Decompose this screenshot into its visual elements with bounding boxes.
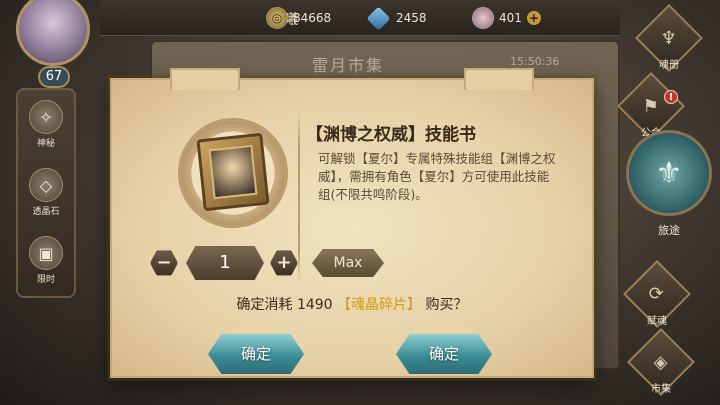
confirm-item-name: 【魂晶碎片】 [337,297,422,313]
gem-amount: 401 [499,11,522,25]
avatar-portrait [16,0,90,66]
add-gem-icon[interactable]: + [526,11,541,25]
right-menu-item-soul-book[interactable]: ♆ 魂册 [635,4,703,72]
player-avatar[interactable]: 67 [6,0,100,88]
left-menu-label: 透晶石 [32,207,60,217]
confirm-prefix: 确定消耗 1490 [236,297,338,313]
market-timer: 15:50:36 [510,55,560,68]
left-menu-item-crystal[interactable]: ◇ 透晶石 [18,162,74,224]
divider [298,112,300,282]
confirm-message: 确定消耗 1490 【魂晶碎片】 购买？ [110,294,594,314]
left-menu-label: 神秘 [36,139,55,149]
pink-gem-icon [472,7,494,29]
mystery-icon: ✧ [29,100,63,134]
right-menu-label: 市集 [651,384,671,395]
max-button[interactable]: Max [312,249,384,277]
crystal-currency[interactable]: 2458 [366,5,427,31]
right-menu-label: 魂册 [659,60,679,71]
journey-emblem-icon: ⚜ [626,130,712,216]
parchment-tab [464,68,534,90]
gold-currency[interactable]: ◎ 84668 [266,6,331,30]
purchase-dialog: 【渊博之权威】技能书 可解锁【夏尔】专属特殊技能组【渊博之权威】，需拥有角色【夏… [110,68,594,388]
gift-icon: ▣ [29,236,63,270]
left-menu-item-limited[interactable]: ▣ 限时 [18,230,74,292]
skill-book-icon [196,132,270,212]
parchment-tab [170,68,240,90]
skill-book-item [178,118,288,228]
quantity-value[interactable]: 1 [186,246,264,280]
guild-notice-badge: ! [664,90,678,104]
top-bar: 谛曦 [100,0,620,36]
right-menu-label: 旅途 [658,224,680,237]
item-description: 可解锁【夏尔】专属特殊技能组【渊博之权威】，需拥有角色【夏尔】方可使用此技能组(… [318,151,556,202]
confirm-suffix: 购买？ [421,297,468,313]
item-title: 【渊博之权威】技能书 [306,125,476,145]
crystal-amount: 2458 [396,11,427,25]
right-menu-item-endow-soul[interactable]: ⟳ 赋魂 [623,260,691,328]
gem-currency[interactable]: 401 + [472,6,541,30]
confirm-button-right[interactable]: 确定 [396,334,492,374]
character-portrait [208,144,258,200]
blue-crystal-icon [366,5,391,31]
right-menu-item-journey[interactable]: ⚜ 旅途 [626,130,712,240]
gold-amount: 84668 [293,11,332,25]
right-menu-label: 赋魂 [647,316,667,327]
left-menu-label: 限时 [36,275,55,285]
gold-coin-icon: ◎ [266,7,288,29]
right-menu-item-market[interactable]: ◈ 市集 [627,328,695,396]
left-side-menu: ✧ 神秘 ◇ 透晶石 ▣ 限时 [16,88,76,298]
crystal-icon: ◇ [29,168,63,202]
level-badge: 67 [38,66,70,88]
left-menu-item-mystery[interactable]: ✧ 神秘 [18,94,74,156]
confirm-button-left[interactable]: 确定 [208,334,304,374]
